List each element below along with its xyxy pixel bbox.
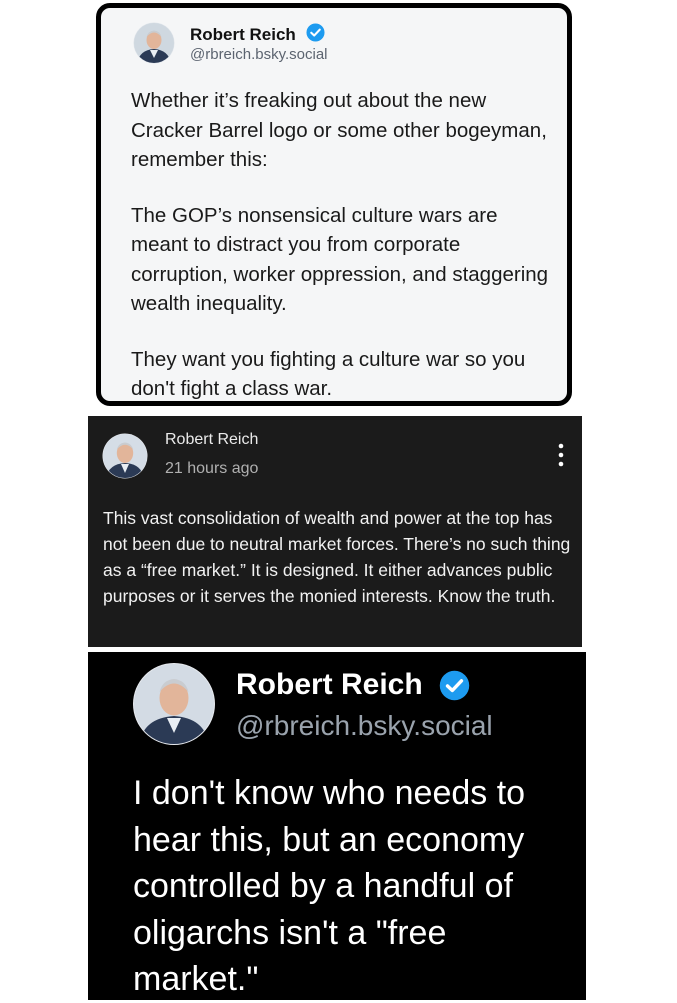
post-timestamp: 21 hours ago [165,460,259,477]
avatar[interactable] [102,433,148,479]
avatar[interactable] [133,22,175,64]
more-vertical-icon[interactable] [554,442,568,468]
avatar[interactable] [133,663,215,745]
post-card-dark: Robert Reich 21 hours ago This vast cons… [88,416,582,647]
author-handle[interactable]: @rbreich.bsky.social [236,710,493,742]
post-card-light: Robert Reich @rbreich.bsky.social Whethe… [96,3,572,406]
post-paragraph: Whether it’s freaking out about the new … [131,89,547,171]
author-name[interactable]: Robert Reich [236,668,423,702]
author-name[interactable]: Robert Reich [165,431,258,449]
post-text: This vast consolidation of wealth and po… [103,508,571,606]
verified-badge-icon [439,670,470,701]
post-text: Whether it’s freaking out about the new … [131,86,556,430]
post-paragraph: The GOP’s nonsensical culture wars are m… [131,203,549,316]
post-text: I don't know who needs to hear this, but… [133,774,526,998]
author-name[interactable]: Robert Reich [190,25,296,45]
post-paragraph: They want you fighting a culture war so … [131,347,526,401]
author-handle[interactable]: @rbreich.bsky.social [190,46,328,63]
verified-badge-icon [306,23,325,42]
post-card-black: Robert Reich @rbreich.bsky.social I don'… [88,652,586,1000]
